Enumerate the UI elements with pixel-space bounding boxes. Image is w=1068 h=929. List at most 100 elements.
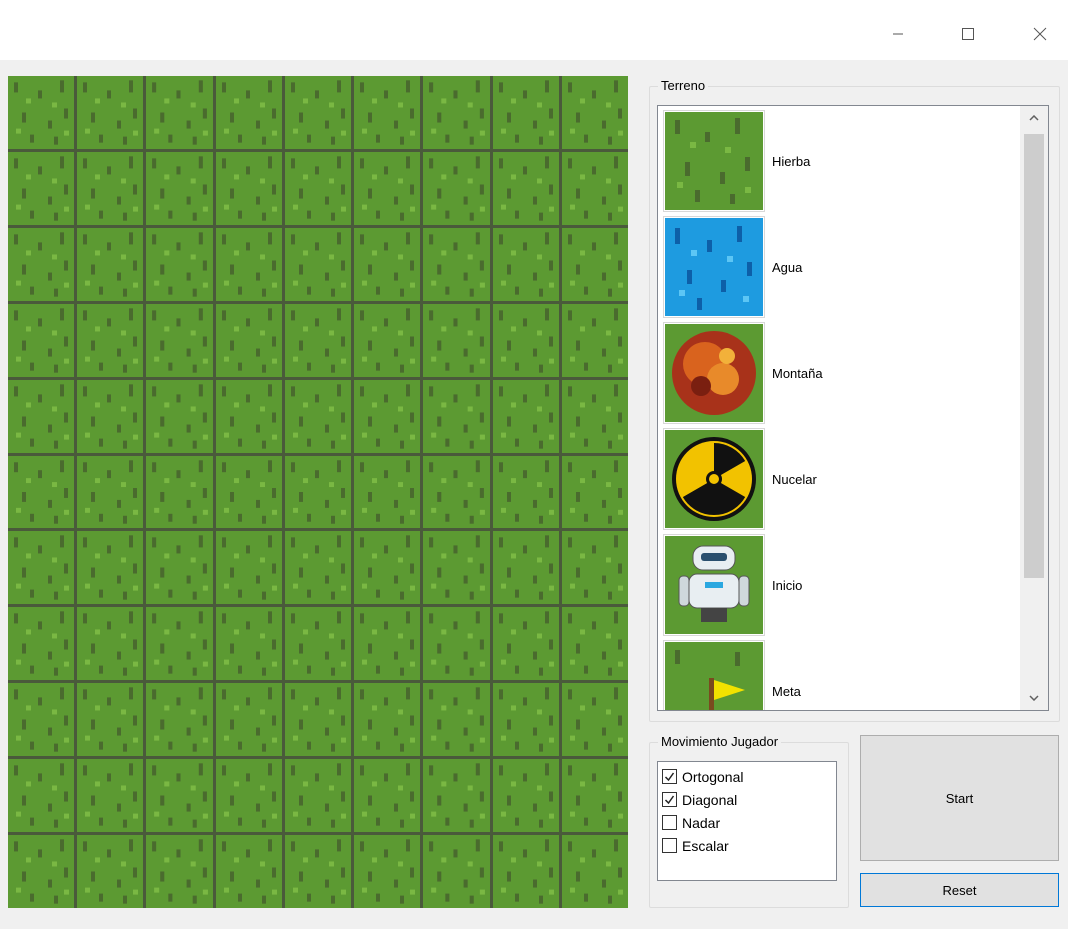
map-cell[interactable] — [492, 531, 559, 605]
map-cell[interactable] — [146, 151, 213, 225]
map-cell[interactable] — [8, 607, 75, 681]
map-cell[interactable] — [146, 683, 213, 757]
reset-button[interactable]: Reset — [860, 873, 1059, 907]
map-cell[interactable] — [354, 303, 421, 377]
scrollbar-thumb[interactable] — [1024, 134, 1044, 578]
map-cell[interactable] — [561, 759, 628, 833]
map-cell[interactable] — [77, 531, 144, 605]
option-escalar[interactable]: Escalar — [662, 834, 832, 857]
map-cell[interactable] — [215, 76, 282, 149]
map-cell[interactable] — [146, 303, 213, 377]
map-cell[interactable] — [77, 76, 144, 149]
map-cell[interactable] — [423, 531, 490, 605]
map-cell[interactable] — [215, 151, 282, 225]
map-cell[interactable] — [215, 607, 282, 681]
map-cell[interactable] — [8, 76, 75, 149]
map-cell[interactable] — [492, 759, 559, 833]
map-cell[interactable] — [146, 531, 213, 605]
map-cell[interactable] — [354, 151, 421, 225]
map-cell[interactable] — [77, 683, 144, 757]
map-cell[interactable] — [423, 227, 490, 301]
map-cell[interactable] — [77, 151, 144, 225]
map-grid[interactable] — [8, 76, 628, 908]
map-cell[interactable] — [561, 379, 628, 453]
map-cell[interactable] — [354, 76, 421, 149]
map-cell[interactable] — [492, 303, 559, 377]
map-cell[interactable] — [561, 76, 628, 149]
map-cell[interactable] — [492, 227, 559, 301]
terrain-item-nucelar[interactable]: Nucelar — [664, 429, 1014, 529]
map-cell[interactable] — [284, 227, 352, 301]
chevron-up-icon[interactable] — [1020, 106, 1048, 130]
map-cell[interactable] — [284, 683, 352, 757]
map-cell[interactable] — [77, 227, 144, 301]
map-cell[interactable] — [284, 303, 352, 377]
map-cell[interactable] — [77, 835, 144, 908]
map-cell[interactable] — [8, 835, 75, 908]
map-cell[interactable] — [354, 683, 421, 757]
terrain-item-meta[interactable]: Meta — [664, 641, 1014, 710]
chevron-down-icon[interactable] — [1020, 686, 1048, 710]
map-cell[interactable] — [423, 835, 490, 908]
map-cell[interactable] — [8, 151, 75, 225]
map-cell[interactable] — [215, 835, 282, 908]
map-cell[interactable] — [77, 759, 144, 833]
map-cell[interactable] — [215, 683, 282, 757]
map-cell[interactable] — [561, 683, 628, 757]
map-cell[interactable] — [8, 531, 75, 605]
map-cell[interactable] — [284, 151, 352, 225]
map-cell[interactable] — [561, 531, 628, 605]
map-cell[interactable] — [354, 455, 421, 529]
map-cell[interactable] — [215, 455, 282, 529]
map-cell[interactable] — [284, 76, 352, 149]
option-ortogonal[interactable]: Ortogonal — [662, 765, 832, 788]
terrain-item-montana[interactable]: Montaña — [664, 323, 1014, 423]
map-cell[interactable] — [284, 379, 352, 453]
option-diagonal[interactable]: Diagonal — [662, 788, 832, 811]
map-cell[interactable] — [561, 151, 628, 225]
map-cell[interactable] — [492, 455, 559, 529]
map-cell[interactable] — [215, 759, 282, 833]
map-cell[interactable] — [561, 455, 628, 529]
option-nadar[interactable]: Nadar — [662, 811, 832, 834]
map-cell[interactable] — [146, 76, 213, 149]
map-cell[interactable] — [423, 607, 490, 681]
map-cell[interactable] — [146, 455, 213, 529]
map-cell[interactable] — [423, 455, 490, 529]
map-cell[interactable] — [354, 607, 421, 681]
map-cell[interactable] — [215, 531, 282, 605]
map-cell[interactable] — [561, 835, 628, 908]
checkbox-unchecked-icon[interactable] — [662, 838, 677, 853]
map-cell[interactable] — [354, 379, 421, 453]
map-cell[interactable] — [215, 379, 282, 453]
map-cell[interactable] — [492, 683, 559, 757]
map-cell[interactable] — [77, 455, 144, 529]
map-cell[interactable] — [492, 76, 559, 149]
map-cell[interactable] — [215, 303, 282, 377]
maximize-icon[interactable] — [946, 18, 990, 50]
map-cell[interactable] — [8, 759, 75, 833]
map-cell[interactable] — [215, 227, 282, 301]
map-cell[interactable] — [8, 303, 75, 377]
close-icon[interactable] — [1018, 18, 1062, 50]
map-cell[interactable] — [146, 227, 213, 301]
map-cell[interactable] — [284, 835, 352, 908]
checkbox-checked-icon[interactable] — [662, 769, 677, 784]
map-cell[interactable] — [8, 379, 75, 453]
map-cell[interactable] — [146, 759, 213, 833]
map-cell[interactable] — [492, 151, 559, 225]
map-cell[interactable] — [354, 835, 421, 908]
map-cell[interactable] — [8, 227, 75, 301]
map-cell[interactable] — [423, 303, 490, 377]
map-cell[interactable] — [284, 759, 352, 833]
map-cell[interactable] — [8, 455, 75, 529]
map-cell[interactable] — [77, 303, 144, 377]
map-cell[interactable] — [423, 759, 490, 833]
map-cell[interactable] — [284, 607, 352, 681]
map-cell[interactable] — [354, 227, 421, 301]
terrain-item-agua[interactable]: Agua — [664, 217, 1014, 317]
terrain-item-hierba[interactable]: Hierba — [664, 111, 1014, 211]
minimize-icon[interactable] — [876, 18, 920, 50]
map-cell[interactable] — [561, 303, 628, 377]
map-cell[interactable] — [492, 379, 559, 453]
